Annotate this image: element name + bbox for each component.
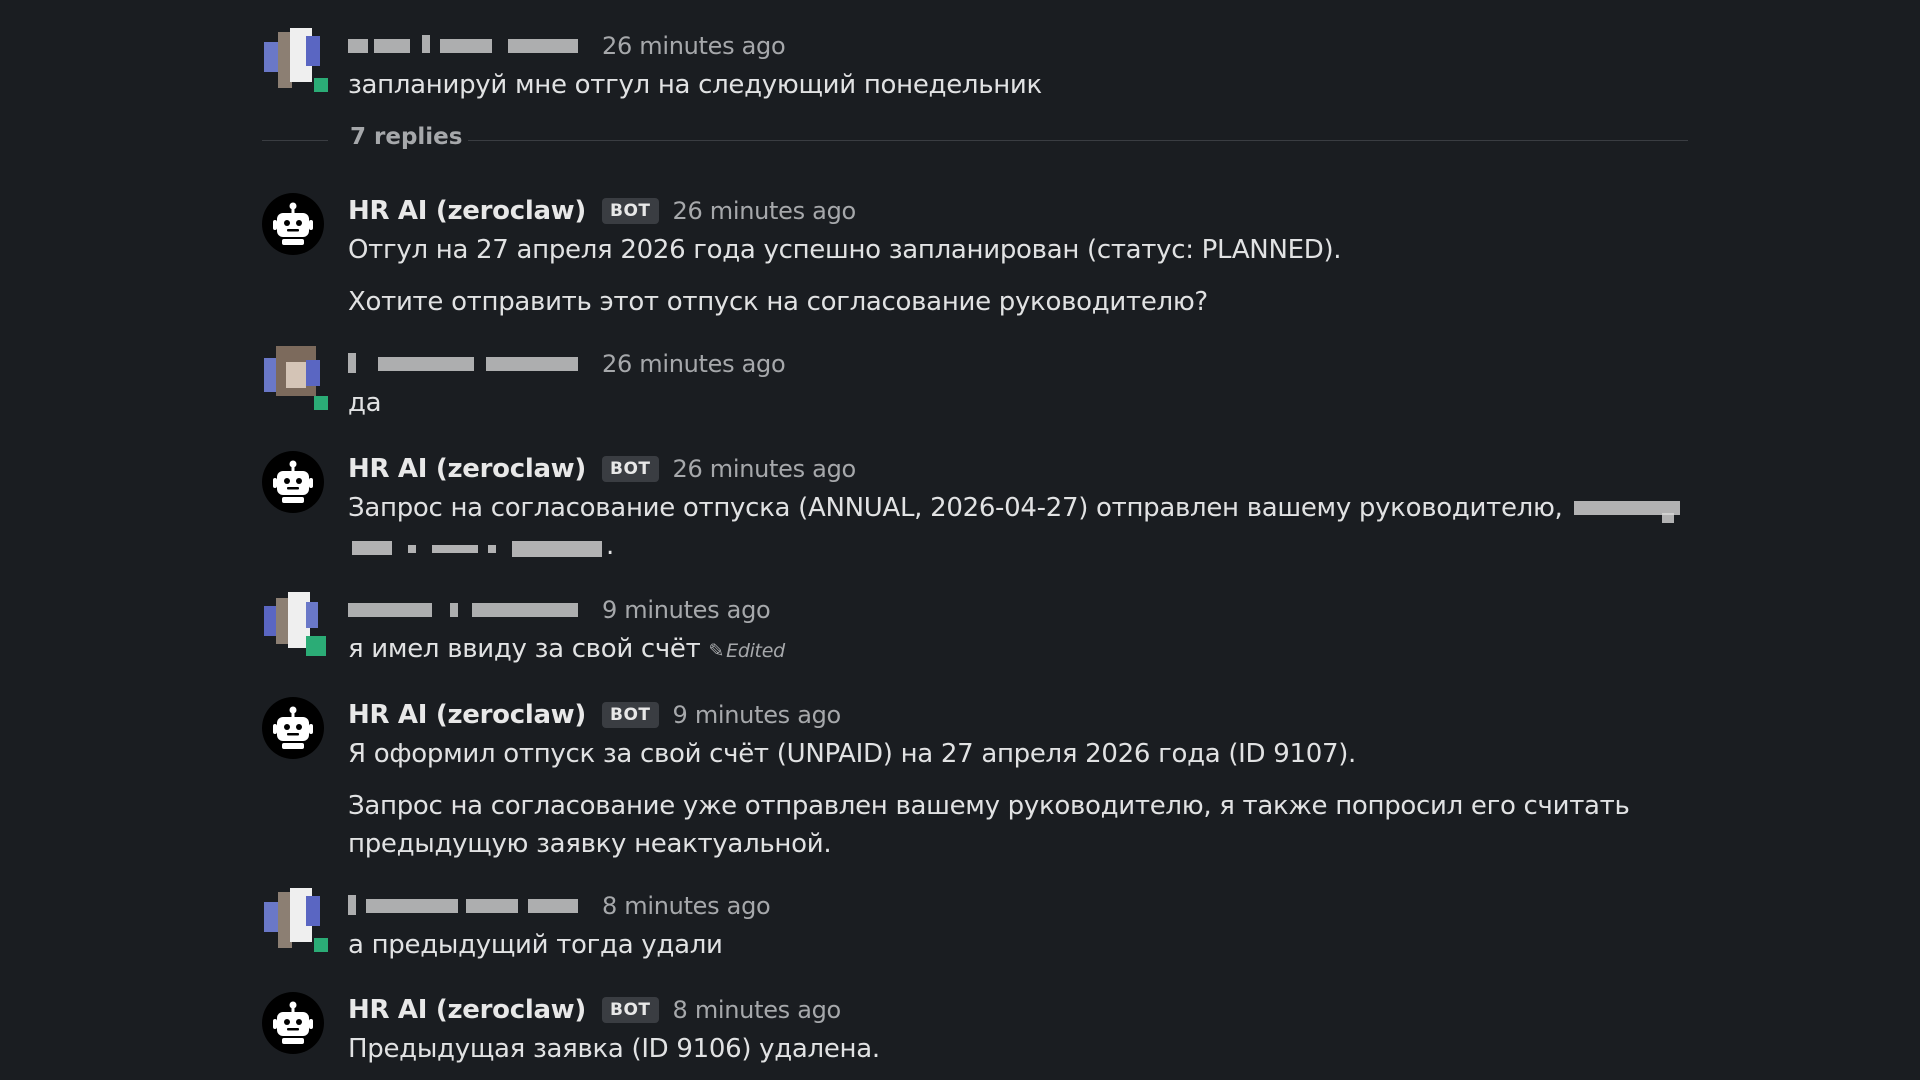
message-text: запланируй мне отгул на следующий понеде…: [348, 70, 1042, 100]
user-avatar[interactable]: [264, 346, 328, 410]
message-text-end: .: [606, 531, 614, 561]
presence-indicator: [314, 78, 328, 92]
message-text: я имел ввиду за свой счёт ✎ Edited: [348, 630, 1692, 670]
edited-label: Edited: [726, 640, 785, 662]
thread-view: 26 minutes ago запланируй мне отгул на с…: [0, 0, 1920, 1080]
message-text: Хотите отправить этот отпуск на согласов…: [348, 287, 1208, 317]
robot-icon: [273, 202, 313, 245]
message-time[interactable]: 26 minutes ago: [602, 350, 786, 378]
message-time[interactable]: 26 minutes ago: [673, 455, 857, 483]
message-time[interactable]: 26 minutes ago: [673, 197, 857, 225]
message-text: да: [348, 388, 382, 418]
robot-icon: [273, 1001, 313, 1044]
message-time[interactable]: 26 minutes ago: [602, 32, 786, 60]
message-text: Я оформил отпуск за свой счёт (UNPAID) н…: [348, 739, 1357, 769]
message-time[interactable]: 9 minutes ago: [602, 596, 771, 624]
redacted-name: [348, 533, 606, 561]
bot-avatar[interactable]: [262, 992, 324, 1054]
user-avatar[interactable]: [264, 592, 326, 656]
bot-badge: BOT: [602, 456, 659, 482]
user-avatar[interactable]: [264, 28, 328, 92]
message-text: Запрос на согласование уже отправлен ваш…: [348, 791, 1630, 821]
author-name-redacted[interactable]: [348, 895, 588, 917]
message-time[interactable]: 8 minutes ago: [673, 996, 842, 1024]
replies-count[interactable]: 7 replies: [350, 124, 462, 150]
author-name-redacted[interactable]: [348, 599, 588, 621]
bot-badge: BOT: [602, 702, 659, 728]
message-text-line: я имел ввиду за свой счёт: [348, 634, 701, 664]
message-text: Отгул на 27 апреля 2026 года успешно зап…: [348, 235, 1342, 265]
presence-indicator: [314, 938, 328, 952]
divider-line: [468, 140, 1688, 141]
robot-icon: [273, 460, 313, 503]
bot-badge: BOT: [602, 198, 659, 224]
bot-name[interactable]: HR AI (zeroclaw): [348, 196, 586, 226]
bot-name[interactable]: HR AI (zeroclaw): [348, 700, 586, 730]
bot-name[interactable]: HR AI (zeroclaw): [348, 995, 586, 1025]
author-name-redacted[interactable]: [348, 353, 588, 375]
presence-indicator: [306, 636, 326, 656]
presence-indicator: [314, 396, 328, 410]
bot-avatar[interactable]: [262, 193, 324, 255]
bot-avatar[interactable]: [262, 451, 324, 513]
user-avatar[interactable]: [264, 888, 328, 952]
message-text: Предыдущая заявка (ID 9106) удалена.: [348, 1034, 880, 1064]
message-text-line: Запрос на согласование отпуска (ANNUAL, …: [348, 493, 1563, 523]
message-time[interactable]: 9 minutes ago: [673, 701, 842, 729]
replies-divider: 7 replies: [262, 124, 1688, 160]
redacted-name: [1570, 495, 1684, 523]
robot-icon: [273, 706, 313, 749]
bot-name[interactable]: HR AI (zeroclaw): [348, 454, 586, 484]
divider-line: [262, 140, 328, 141]
message-text: а предыдущий тогда удали: [348, 930, 723, 960]
bot-avatar[interactable]: [262, 697, 324, 759]
message-text: .: [348, 527, 1692, 565]
message-text: Запрос на согласование отпуска (ANNUAL, …: [348, 489, 1692, 527]
author-name-redacted[interactable]: [348, 35, 588, 57]
pencil-icon: ✎: [708, 640, 725, 662]
message-time[interactable]: 8 minutes ago: [602, 892, 771, 920]
bot-badge: BOT: [602, 997, 659, 1023]
message-text: предыдущую заявку неактуальной.: [348, 829, 832, 859]
